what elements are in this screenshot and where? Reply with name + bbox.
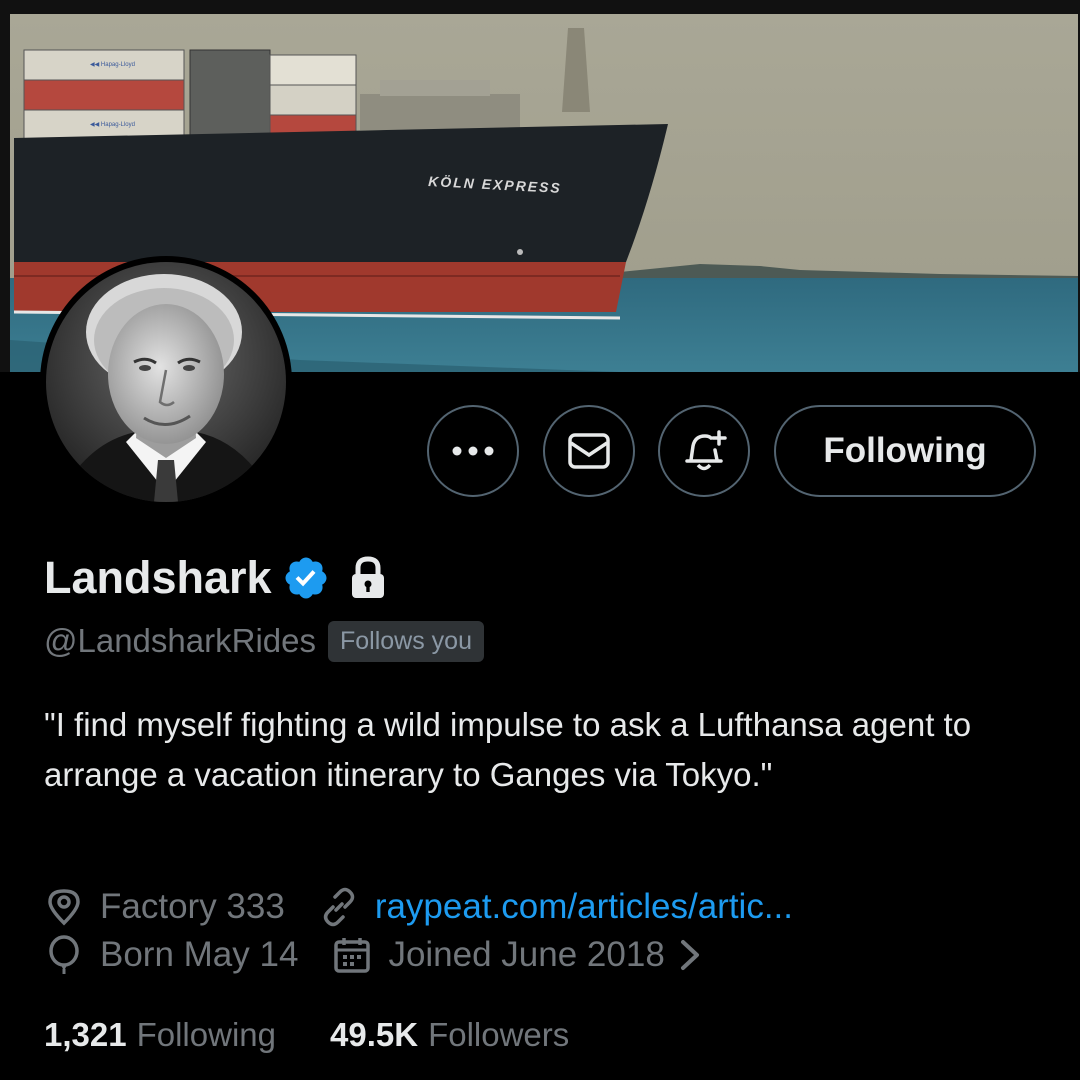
follows-you-badge: Follows you — [327, 620, 484, 662]
joined-item[interactable]: Joined June 2018 — [332, 935, 704, 975]
profile-meta-row-1: Factory 333 raypeat.com/articles/artic..… — [44, 884, 793, 930]
calendar-icon — [334, 938, 371, 973]
website-item[interactable]: raypeat.com/articles/artic... — [319, 887, 793, 927]
svg-text:◀◀ Hapag-Lloyd: ◀◀ Hapag-Lloyd — [90, 122, 135, 128]
profile-name-row: Landshark — [44, 548, 388, 608]
following-label: Following — [136, 1016, 276, 1053]
followers-count: 49.5K — [330, 1016, 419, 1053]
display-name: Landshark — [44, 552, 272, 603]
website-link[interactable]: raypeat.com/articles/artic... — [375, 887, 793, 927]
profile-meta-row-2: Born May 14 Joined June 2018 — [44, 932, 705, 978]
birthday-item: Born May 14 — [44, 935, 298, 975]
notifications-button[interactable] — [658, 405, 750, 497]
lock-icon — [351, 556, 384, 598]
avatar-portrait — [46, 262, 286, 502]
following-count: 1,321 — [44, 1016, 127, 1053]
more-button[interactable] — [427, 405, 519, 497]
joined-text: Joined June 2018 — [388, 935, 665, 974]
svg-text:◀◀ Hapag-Lloyd: ◀◀ Hapag-Lloyd — [90, 62, 135, 68]
location-text: Factory 333 — [100, 887, 285, 926]
location-pin-icon — [48, 889, 80, 926]
bell-plus-icon — [685, 430, 727, 471]
profile-bio: "I find myself fighting a wild impulse t… — [44, 706, 972, 793]
verified-badge-icon[interactable] — [282, 554, 330, 602]
followers-stat[interactable]: 49.5K Followers — [330, 1016, 569, 1054]
more-horizontal-icon — [452, 446, 494, 456]
chevron-right-icon — [680, 940, 699, 970]
profile-handle: @LandsharkRides — [44, 622, 316, 659]
envelope-icon — [568, 433, 610, 469]
link-icon — [323, 887, 355, 927]
birthday-text: Born May 14 — [100, 935, 299, 974]
handle-row: @LandsharkRides Follows you — [44, 618, 484, 664]
location-item: Factory 333 — [44, 887, 285, 927]
following-button[interactable]: Following — [774, 405, 1036, 497]
profile-avatar[interactable] — [40, 256, 292, 508]
balloon-icon — [49, 935, 79, 974]
follow-stats: 1,321 Following 49.5K Followers — [44, 1012, 569, 1058]
followers-label: Followers — [428, 1016, 570, 1053]
following-stat[interactable]: 1,321 Following — [44, 1016, 276, 1054]
message-button[interactable] — [543, 405, 635, 497]
